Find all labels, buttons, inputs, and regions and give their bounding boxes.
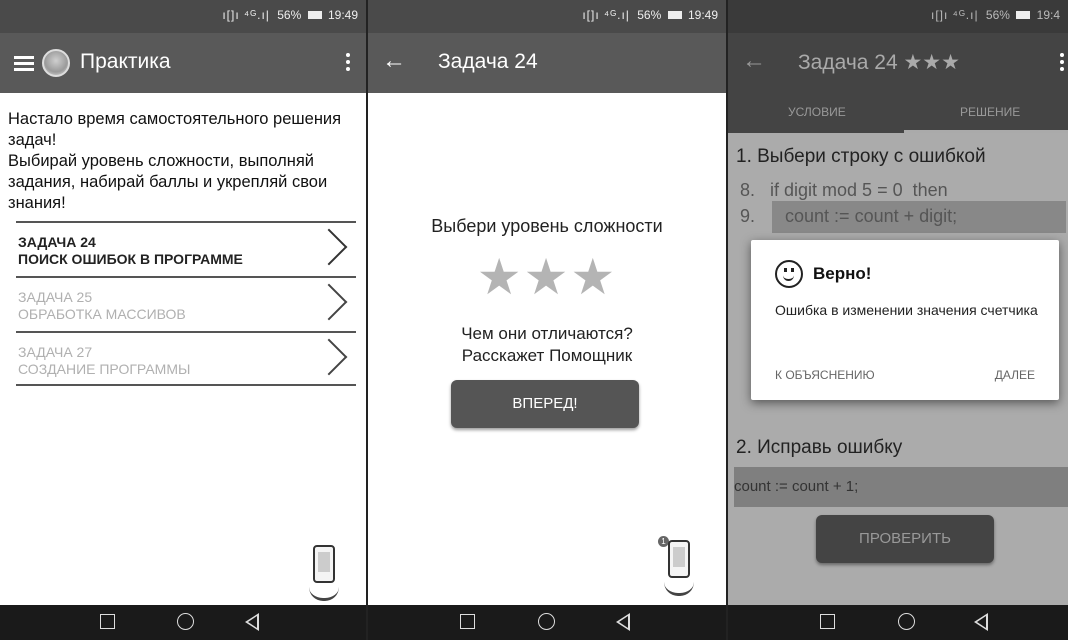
system-nav-bar (368, 605, 726, 640)
check-button[interactable]: ПРОВЕРИТЬ (816, 515, 994, 563)
clock: 19:4 (1036, 8, 1060, 22)
battery-level: 56% (637, 8, 662, 22)
status-bar: ı[]ı ⁴ᴳ.ı| 56% 19:4 (728, 0, 1068, 33)
task-name: ПОИСК ОШИБОК В ПРОГРАММЕ (18, 251, 243, 267)
system-nav-bar (728, 605, 1068, 640)
task-name: СОЗДАНИЕ ПРОГРАММЫ (18, 361, 191, 377)
code-line[interactable]: 8. if digit mod 5 = 0 then (740, 180, 948, 201)
battery-icon (307, 11, 322, 19)
battery-icon (1016, 11, 1031, 19)
task-item-25[interactable]: ЗАДАЧА 25 ОБРАБОТКА МАССИВОВ (16, 276, 356, 331)
difficulty-stars[interactable]: ★★★ (368, 248, 726, 306)
signal-icon: ı[]ı ⁴ᴳ.ı| (931, 8, 979, 22)
home-icon[interactable] (177, 613, 194, 630)
battery-level: 56% (985, 8, 1010, 22)
recent-apps-icon[interactable] (460, 614, 475, 629)
status-bar: ı[]ı ⁴ᴳ.ı| 56% 19:49 (0, 0, 366, 33)
helper-hint: Чем они отличаются? Расскажет Помощник (368, 323, 726, 367)
practice-screen: ı[]ı ⁴ᴳ.ı| 56% 19:49 Практика Настало вр… (0, 0, 366, 640)
back-nav-icon[interactable] (616, 613, 630, 631)
step-2-label: 2. Исправь ошибку (736, 437, 903, 458)
home-icon[interactable] (538, 613, 555, 630)
helper-mascot-icon[interactable] (303, 545, 345, 601)
task-item-24[interactable]: ЗАДАЧА 24 ПОИСК ОШИБОК В ПРОГРАММЕ (16, 221, 356, 276)
line-text: if digit mod 5 = 0 then (755, 180, 948, 200)
task-number: ЗАДАЧА 25 (18, 289, 93, 305)
app-logo-icon (42, 49, 70, 77)
result-dialog: Верно! Ошибка в изменении значения счетч… (751, 240, 1059, 400)
task-name: ОБРАБОТКА МАССИВОВ (18, 306, 186, 322)
chevron-right-icon (310, 338, 348, 376)
task-number: ЗАДАЧА 24 (18, 234, 96, 250)
task-number: ЗАДАЧА 27 (18, 344, 93, 360)
task-list: ЗАДАЧА 24 ПОИСК ОШИБОК В ПРОГРАММЕ ЗАДАЧ… (16, 221, 356, 386)
back-arrow-icon[interactable]: ← (382, 49, 406, 73)
app-bar: Практика (0, 33, 366, 93)
menu-icon[interactable] (14, 56, 34, 72)
signal-icon: ı[]ı ⁴ᴳ.ı| (582, 8, 630, 22)
app-bar: ← Задача 24 ★★★ (728, 33, 1068, 93)
battery-icon (667, 11, 682, 19)
difficulty-prompt: Выбери уровень сложности (431, 216, 663, 236)
system-nav-bar (0, 605, 366, 640)
status-bar: ı[]ı ⁴ᴳ.ı| 56% 19:49 (368, 0, 726, 33)
battery-level: 56% (277, 8, 302, 22)
line-text: count := count + digit; (755, 206, 958, 226)
app-bar: ← Задача 24 (368, 33, 726, 93)
explanation-button[interactable]: К ОБЪЯСНЕНИЮ (775, 368, 875, 382)
difficulty-screen: ı[]ı ⁴ᴳ.ı| 56% 19:49 ← Задача 24 Выбери … (368, 0, 726, 640)
page-title: Практика (80, 50, 171, 73)
intro-paragraph: Выбирай уровень сложности, выполняй зада… (8, 152, 328, 212)
tab-bar: УСЛОВИЕ РЕШЕНИЕ (728, 93, 1068, 133)
signal-icon: ı[]ı ⁴ᴳ.ı| (222, 8, 270, 22)
more-options-icon[interactable] (346, 53, 350, 74)
next-button[interactable]: ДАЛЕЕ (995, 368, 1035, 382)
page-title: Задача 24 (438, 50, 538, 73)
more-options-icon[interactable] (1060, 53, 1064, 74)
dialog-title: Верно! (813, 264, 872, 283)
recent-apps-icon[interactable] (820, 614, 835, 629)
home-icon[interactable] (898, 613, 915, 630)
clock: 19:49 (327, 8, 358, 22)
hint-line: Расскажет Помощник (461, 346, 633, 365)
chevron-right-icon (310, 228, 348, 266)
page-title: Задача 24 ★★★ (798, 51, 960, 74)
dialog-message: Ошибка в изменении значения счетчика (775, 302, 1038, 318)
clock: 19:49 (687, 8, 718, 22)
tab-condition[interactable]: УСЛОВИЕ (788, 105, 846, 119)
chevron-right-icon (310, 283, 348, 321)
back-nav-icon[interactable] (245, 613, 259, 631)
code-line[interactable]: 9. count := count + digit; (740, 206, 957, 227)
solution-screen: ı[]ı ⁴ᴳ.ı| 56% 19:4 ← Задача 24 ★★★ УСЛО… (728, 0, 1068, 640)
hint-line: Чем они отличаются? (461, 324, 633, 343)
intro-text: Настало время самостоятельного решения з… (8, 109, 363, 214)
smiley-icon (775, 260, 803, 288)
back-arrow-icon[interactable]: ← (742, 49, 766, 73)
tab-solution[interactable]: РЕШЕНИЕ (960, 105, 1020, 119)
line-number: 9. (740, 206, 756, 226)
tab-indicator (904, 130, 1068, 133)
screenshot-row: ı[]ı ⁴ᴳ.ı| 56% 19:49 Практика Настало вр… (0, 0, 1068, 640)
recent-apps-icon[interactable] (100, 614, 115, 629)
step-1-label: 1. Выбери строку с ошибкой (736, 146, 986, 167)
helper-mascot-icon[interactable]: 1 (658, 536, 700, 596)
task-item-27[interactable]: ЗАДАЧА 27 СОЗДАНИЕ ПРОГРАММЫ (16, 331, 356, 386)
answer-input[interactable]: count := count + 1; (734, 467, 1068, 507)
forward-button[interactable]: ВПЕРЕД! (451, 380, 639, 428)
line-number: 8. (740, 180, 756, 200)
intro-paragraph: Настало время самостоятельного решения з… (8, 110, 342, 149)
back-nav-icon[interactable] (974, 613, 988, 631)
